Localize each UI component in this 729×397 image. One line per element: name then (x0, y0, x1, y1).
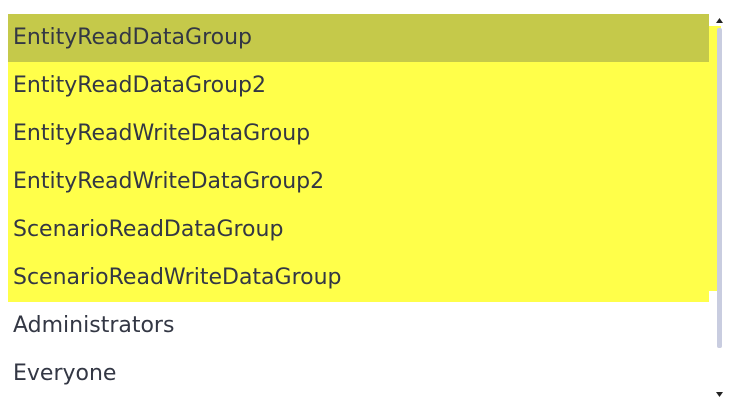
triangle-up-icon (715, 17, 723, 23)
list-item-scenario-read-data-group[interactable]: ScenarioReadDataGroup (8, 206, 709, 254)
list-item-entity-read-write-data-group-2[interactable]: EntityReadWriteDataGroup2 (8, 158, 709, 206)
scroll-up-button[interactable] (709, 14, 729, 26)
list-item-entity-read-write-data-group[interactable]: EntityReadWriteDataGroup (8, 110, 709, 158)
vertical-scrollbar[interactable] (709, 14, 729, 397)
list-item-administrators[interactable]: Administrators (8, 302, 709, 350)
list-item-everyone[interactable]: Everyone (8, 350, 709, 397)
scroll-down-button[interactable] (709, 389, 729, 397)
group-listbox[interactable]: EntityReadDataGroup EntityReadDataGroup2… (0, 0, 729, 397)
triangle-down-icon (715, 392, 723, 397)
group-list: EntityReadDataGroup EntityReadDataGroup2… (8, 14, 709, 397)
list-item-scenario-read-write-data-group[interactable]: ScenarioReadWriteDataGroup (8, 254, 709, 302)
scrollbar-thumb[interactable] (717, 28, 722, 348)
list-item-entity-read-data-group-2[interactable]: EntityReadDataGroup2 (8, 62, 709, 110)
list-item-entity-read-data-group[interactable]: EntityReadDataGroup (8, 14, 709, 62)
